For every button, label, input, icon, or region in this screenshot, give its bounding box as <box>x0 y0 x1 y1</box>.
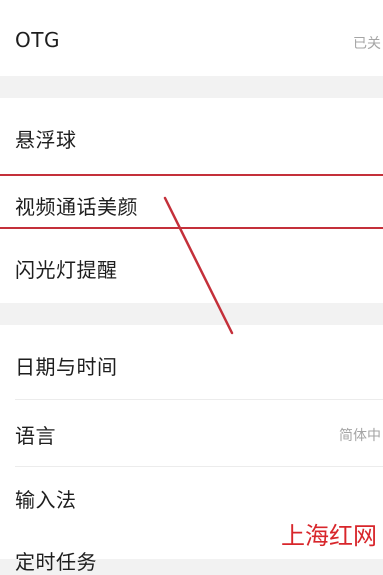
setting-row-floating-ball[interactable]: 悬浮球 <box>0 98 383 174</box>
setting-label-date-time: 日期与时间 <box>15 355 118 379</box>
annotation-highlight-box <box>0 174 383 229</box>
settings-group-connectivity: OTG 已关 <box>0 0 383 76</box>
setting-label-scheduled-tasks: 定时任务 <box>15 550 97 574</box>
watermark-text: 上海红网 <box>281 522 377 550</box>
setting-label-floating-ball: 悬浮球 <box>15 128 77 152</box>
setting-row-language[interactable]: 语言 简体中 <box>0 400 383 466</box>
setting-value-language: 简体中 <box>339 428 381 444</box>
watermark-logo: 上海红网 <box>281 516 377 551</box>
setting-value-otg: 已关 <box>353 36 381 52</box>
setting-label-language: 语言 <box>15 424 56 448</box>
setting-row-date-time[interactable]: 日期与时间 <box>0 325 383 399</box>
setting-row-otg[interactable]: OTG 已关 <box>0 0 383 76</box>
setting-row-flash-light-reminder[interactable]: 闪光灯提醒 <box>0 230 383 303</box>
setting-label-input-method: 输入法 <box>15 488 77 512</box>
setting-label-flash-light-reminder: 闪光灯提醒 <box>15 258 118 282</box>
setting-label-otg: OTG <box>15 28 60 52</box>
